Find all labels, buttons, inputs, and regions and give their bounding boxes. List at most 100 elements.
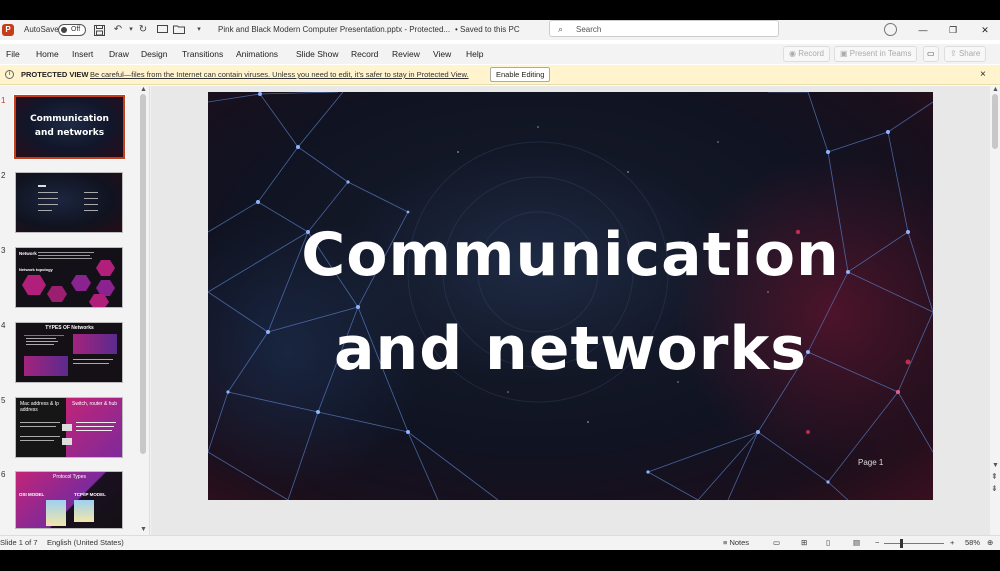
tab-design[interactable]: Design bbox=[141, 44, 167, 64]
slide-thumbnail-5[interactable]: Mac address & Ip address Switch, router … bbox=[15, 397, 123, 458]
thumb-mac-label: Mac address & Ip address bbox=[20, 401, 59, 413]
zoom-slider-handle[interactable] bbox=[900, 539, 903, 548]
search-input[interactable]: ⌕ Search bbox=[549, 20, 779, 37]
thumb-protocol-title: Protocol Types bbox=[53, 474, 86, 480]
protected-view-bar: i PROTECTED VIEW Be careful—files from t… bbox=[0, 65, 1000, 85]
slide-thumbnail-3[interactable]: Network Network topology bbox=[15, 247, 123, 308]
slide-title: Communication and networks bbox=[208, 208, 933, 396]
tab-file[interactable]: File bbox=[6, 44, 20, 64]
language-indicator[interactable]: English (United States) bbox=[47, 536, 124, 550]
share-label: Share bbox=[958, 49, 981, 58]
present-in-teams-button[interactable]: ▣ Present in Teams bbox=[834, 46, 918, 62]
share-button[interactable]: ⇪ Share bbox=[944, 46, 987, 62]
slide-sorter-icon[interactable]: ⊞ bbox=[801, 536, 807, 550]
notes-label: Notes bbox=[729, 538, 750, 547]
thumbnail-number: 5 bbox=[1, 396, 6, 405]
screen-border-top bbox=[0, 0, 1000, 20]
next-slide-icon[interactable]: ⇟ bbox=[991, 484, 998, 493]
redo-icon[interactable]: ↻ bbox=[136, 20, 150, 40]
title-bar: P AutoSave Off ↶ ▾ ↻ ▾ Pink and Black Mo… bbox=[0, 20, 1000, 40]
open-folder-icon[interactable] bbox=[172, 20, 186, 40]
thumb-switch-label: Switch, router & hub bbox=[72, 401, 118, 407]
main-slide[interactable]: Communication and networks Page 1 bbox=[208, 92, 933, 500]
slideshow-icon[interactable] bbox=[155, 20, 169, 40]
zoom-slider[interactable] bbox=[884, 543, 944, 544]
status-bar: Slide 1 of 7 English (United States) ≡ N… bbox=[0, 535, 1000, 550]
present-label: Present in Teams bbox=[849, 49, 912, 58]
record-button[interactable]: ◉ Record bbox=[783, 46, 830, 62]
slide-thumbnail-2[interactable] bbox=[15, 172, 123, 233]
customize-toolbar-icon[interactable]: ▾ bbox=[192, 20, 206, 40]
save-icon[interactable] bbox=[92, 20, 106, 40]
enable-editing-button[interactable]: Enable Editing bbox=[490, 67, 551, 82]
toggle-knob bbox=[61, 27, 67, 33]
autosave-state: Off bbox=[71, 26, 81, 33]
close-icon[interactable]: ✕ bbox=[978, 20, 992, 40]
scroll-up-icon[interactable]: ▲ bbox=[140, 86, 147, 93]
tab-insert[interactable]: Insert bbox=[72, 44, 93, 64]
thumb-osi-label: OSI MODEL bbox=[19, 492, 45, 497]
slide-scrollbar[interactable]: ▲ ▼ ⇞ ⇟ bbox=[990, 86, 1000, 535]
close-icon[interactable]: × bbox=[980, 65, 986, 84]
thumbnail-number: 3 bbox=[1, 246, 6, 255]
thumbnail-scrollbar[interactable] bbox=[140, 94, 146, 454]
thumb-title-line2: and networks bbox=[34, 128, 105, 138]
comments-icon[interactable]: ▭ bbox=[923, 46, 939, 62]
tab-draw[interactable]: Draw bbox=[109, 44, 129, 64]
thumb-types-title: TYPES OF Networks bbox=[45, 325, 94, 331]
tab-transitions[interactable]: Transitions bbox=[182, 44, 223, 64]
slide-thumbnail-pane: 1 Communication and networks 2 3 Network… bbox=[0, 86, 150, 535]
scroll-up-icon[interactable]: ▲ bbox=[992, 86, 999, 93]
slide-title-line2: and networks bbox=[334, 314, 807, 384]
scroll-down-icon[interactable]: ▼ bbox=[992, 462, 999, 469]
zoom-in-icon[interactable]: + bbox=[950, 536, 954, 550]
protected-view-title: PROTECTED VIEW bbox=[21, 70, 89, 79]
save-status[interactable]: • Saved to this PC bbox=[455, 20, 520, 40]
slide-thumbnail-1[interactable]: Communication and networks bbox=[13, 94, 126, 160]
thumb-tcp-label: TCP/IP MODEL bbox=[74, 492, 106, 497]
reading-view-icon[interactable]: ▯ bbox=[826, 536, 830, 550]
thumbnail-number: 1 bbox=[1, 96, 6, 105]
slide-thumbnail-6[interactable]: Protocol Types OSI MODEL TCP/IP MODEL bbox=[15, 471, 123, 529]
slide-counter: Slide 1 of 7 bbox=[0, 538, 38, 547]
thumb-title-line1: Communication bbox=[30, 114, 109, 124]
notes-button[interactable]: ≡ Notes bbox=[723, 536, 749, 550]
tab-animations[interactable]: Animations bbox=[236, 44, 278, 64]
undo-icon[interactable]: ↶ bbox=[111, 20, 125, 40]
thumbnail-number: 6 bbox=[1, 470, 6, 479]
restore-icon[interactable]: ❐ bbox=[946, 20, 960, 40]
zoom-out-icon[interactable]: − bbox=[875, 536, 879, 550]
workspace: 1 Communication and networks 2 3 Network… bbox=[0, 86, 1000, 535]
slideshow-view-icon[interactable]: ▤ bbox=[853, 536, 860, 550]
document-title: Pink and Black Modern Computer Presentat… bbox=[218, 25, 451, 34]
tab-home[interactable]: Home bbox=[36, 44, 59, 64]
protected-view-message[interactable]: Be careful—files from the Internet can c… bbox=[90, 65, 469, 84]
slide-editor-canvas: Communication and networks Page 1 bbox=[151, 86, 990, 535]
search-placeholder: Search bbox=[576, 25, 602, 34]
shield-info-icon: i bbox=[5, 70, 14, 79]
powerpoint-window: P AutoSave Off ↶ ▾ ↻ ▾ Pink and Black Mo… bbox=[0, 0, 1000, 571]
slide-title-line1: Communication bbox=[301, 220, 840, 290]
tab-record[interactable]: Record bbox=[351, 44, 378, 64]
fit-to-window-icon[interactable]: ⊕ bbox=[987, 536, 993, 550]
tab-slide-show[interactable]: Slide Show bbox=[296, 44, 339, 64]
scrollbar-thumb[interactable] bbox=[992, 94, 998, 149]
tab-view[interactable]: View bbox=[433, 44, 451, 64]
autosave-toggle[interactable]: Off bbox=[58, 24, 86, 36]
search-icon: ⌕ bbox=[558, 24, 564, 34]
thumbnail-number: 2 bbox=[1, 171, 6, 180]
tab-help[interactable]: Help bbox=[466, 44, 483, 64]
minimize-icon[interactable]: — bbox=[916, 20, 930, 40]
tab-review[interactable]: Review bbox=[392, 44, 420, 64]
thumbnail-number: 4 bbox=[1, 321, 6, 330]
ribbon-tabs: File Home Insert Draw Design Transitions… bbox=[0, 44, 1000, 64]
slide-thumbnail-4[interactable]: TYPES OF Networks bbox=[15, 322, 123, 383]
previous-slide-icon[interactable]: ⇞ bbox=[991, 472, 998, 481]
zoom-level[interactable]: 58% bbox=[965, 536, 980, 550]
normal-view-icon[interactable]: ▭ bbox=[773, 536, 780, 550]
record-label: Record bbox=[798, 49, 824, 58]
screen-border-bottom bbox=[0, 550, 1000, 571]
powerpoint-logo-icon: P bbox=[2, 24, 14, 36]
user-icon[interactable] bbox=[884, 23, 897, 36]
scroll-down-icon[interactable]: ▼ bbox=[140, 526, 147, 533]
